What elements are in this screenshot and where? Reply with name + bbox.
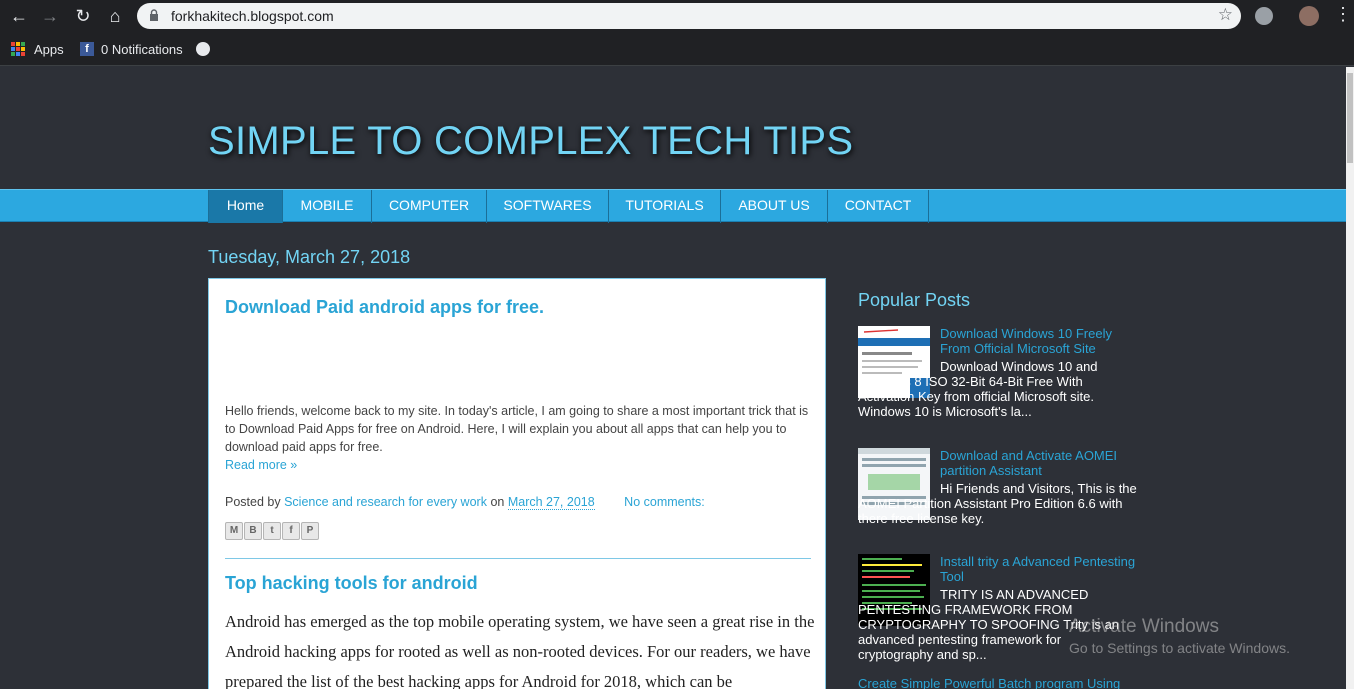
bookmark-notifications[interactable]: f 0 Notifications — [80, 40, 183, 58]
post-title[interactable]: Top hacking tools for android — [225, 573, 478, 594]
tab-tutorials[interactable]: TUTORIALS — [609, 190, 721, 223]
globe-icon — [196, 42, 210, 56]
popular-post-title[interactable]: Create Simple Powerful Batch program Usi… — [858, 676, 1138, 689]
lock-icon — [150, 9, 158, 21]
bookmark-label: 0 Notifications — [101, 41, 183, 57]
author-link[interactable]: Science and research for every work — [284, 495, 487, 509]
sidebar-title: Popular Posts — [858, 290, 971, 310]
popular-post-item: Create Simple Powerful Batch program Usi… — [858, 676, 1138, 689]
activation-watermark-subtext: Go to Settings to activate Windows. — [1069, 640, 1290, 656]
page-scrollbar[interactable] — [1346, 67, 1354, 689]
reload-icon[interactable]: ↻ — [72, 5, 94, 27]
posted-by-label: Posted by — [225, 495, 281, 509]
twitter-icon[interactable]: t — [263, 522, 281, 540]
url-text: forkhakitech.blogspot.com — [171, 8, 334, 24]
popular-post-title[interactable]: Install trity a Advanced Pentesting Tool — [940, 554, 1138, 584]
share-buttons: M B t f P — [225, 522, 319, 540]
popular-post-snippet: Hi Friends and Visitors, This is the AOM… — [858, 481, 1137, 526]
extension-icon[interactable] — [1255, 7, 1273, 25]
blog-title[interactable]: SIMPLE TO COMPLEX TECH TIPS — [208, 119, 853, 164]
bookmarks-bar: Apps f 0 Notifications — [0, 33, 1354, 66]
popular-post-item: Download Windows 10 Freely From Official… — [858, 326, 1138, 441]
activation-watermark: Activate Windows — [1069, 616, 1219, 637]
popular-post-title[interactable]: Download Windows 10 Freely From Official… — [940, 326, 1138, 356]
tab-home[interactable]: Home — [208, 190, 283, 223]
bookmark-apps[interactable]: Apps — [11, 40, 64, 58]
posts-container: Download Paid android apps for free. Hel… — [208, 278, 826, 689]
home-icon[interactable]: ⌂ — [104, 5, 126, 27]
scrollbar-thumb[interactable] — [1347, 73, 1353, 163]
tab-about-us[interactable]: ABOUT US — [721, 190, 828, 223]
blogger-icon[interactable]: B — [244, 522, 262, 540]
apps-grid-icon — [11, 42, 25, 56]
bookmark-label: Apps — [34, 41, 64, 57]
back-icon[interactable]: ← — [8, 5, 30, 27]
read-more-link[interactable]: Read more » — [225, 458, 297, 472]
post-divider — [225, 558, 811, 559]
bookmark-star-icon[interactable]: ☆ — [1218, 5, 1233, 25]
post-title[interactable]: Download Paid android apps for free. — [225, 297, 544, 318]
comments-link[interactable]: No comments: — [624, 495, 705, 509]
post-excerpt-text: Android has emerged as the top mobile op… — [225, 612, 815, 689]
tab-softwares[interactable]: SOFTWARES — [487, 190, 609, 223]
blog-page: SIMPLE TO COMPLEX TECH TIPS Home MOBILE … — [0, 67, 1346, 689]
facebook-icon: f — [80, 42, 94, 56]
post-footer: Posted by Science and research for every… — [225, 495, 705, 510]
browser-toolbar: ← → ↻ ⌂ forkhakitech.blogspot.com ☆ ⋮ — [0, 0, 1354, 33]
menu-icon[interactable]: ⋮ — [1334, 4, 1352, 25]
post-date-link[interactable]: March 27, 2018 — [507, 495, 595, 510]
date-header: Tuesday, March 27, 2018 — [208, 247, 411, 267]
pinterest-icon[interactable]: P — [301, 522, 319, 540]
address-bar[interactable]: forkhakitech.blogspot.com ☆ — [137, 3, 1241, 29]
tab-contact[interactable]: CONTACT — [828, 190, 929, 223]
profile-avatar[interactable] — [1299, 6, 1319, 26]
facebook-icon[interactable]: f — [282, 522, 300, 540]
main-nav: Home MOBILE COMPUTER SOFTWARES TUTORIALS… — [0, 189, 1346, 223]
tab-mobile[interactable]: MOBILE — [283, 190, 372, 223]
bookmark-globe[interactable] — [196, 40, 217, 58]
popular-post-title[interactable]: Download and Activate AOMEI partition As… — [940, 448, 1138, 478]
post-excerpt: Hello friends, welcome back to my site. … — [225, 402, 815, 474]
popular-post-snippet: Download Windows 10 and Windows 8 ISO 32… — [858, 359, 1098, 419]
email-icon[interactable]: M — [225, 522, 243, 540]
tab-computer[interactable]: COMPUTER — [372, 190, 487, 223]
post-excerpt-text: Hello friends, welcome back to my site. … — [225, 404, 809, 454]
on-label: on — [490, 495, 505, 509]
forward-icon[interactable]: → — [39, 5, 61, 27]
popular-post-item: Download and Activate AOMEI partition As… — [858, 448, 1138, 548]
